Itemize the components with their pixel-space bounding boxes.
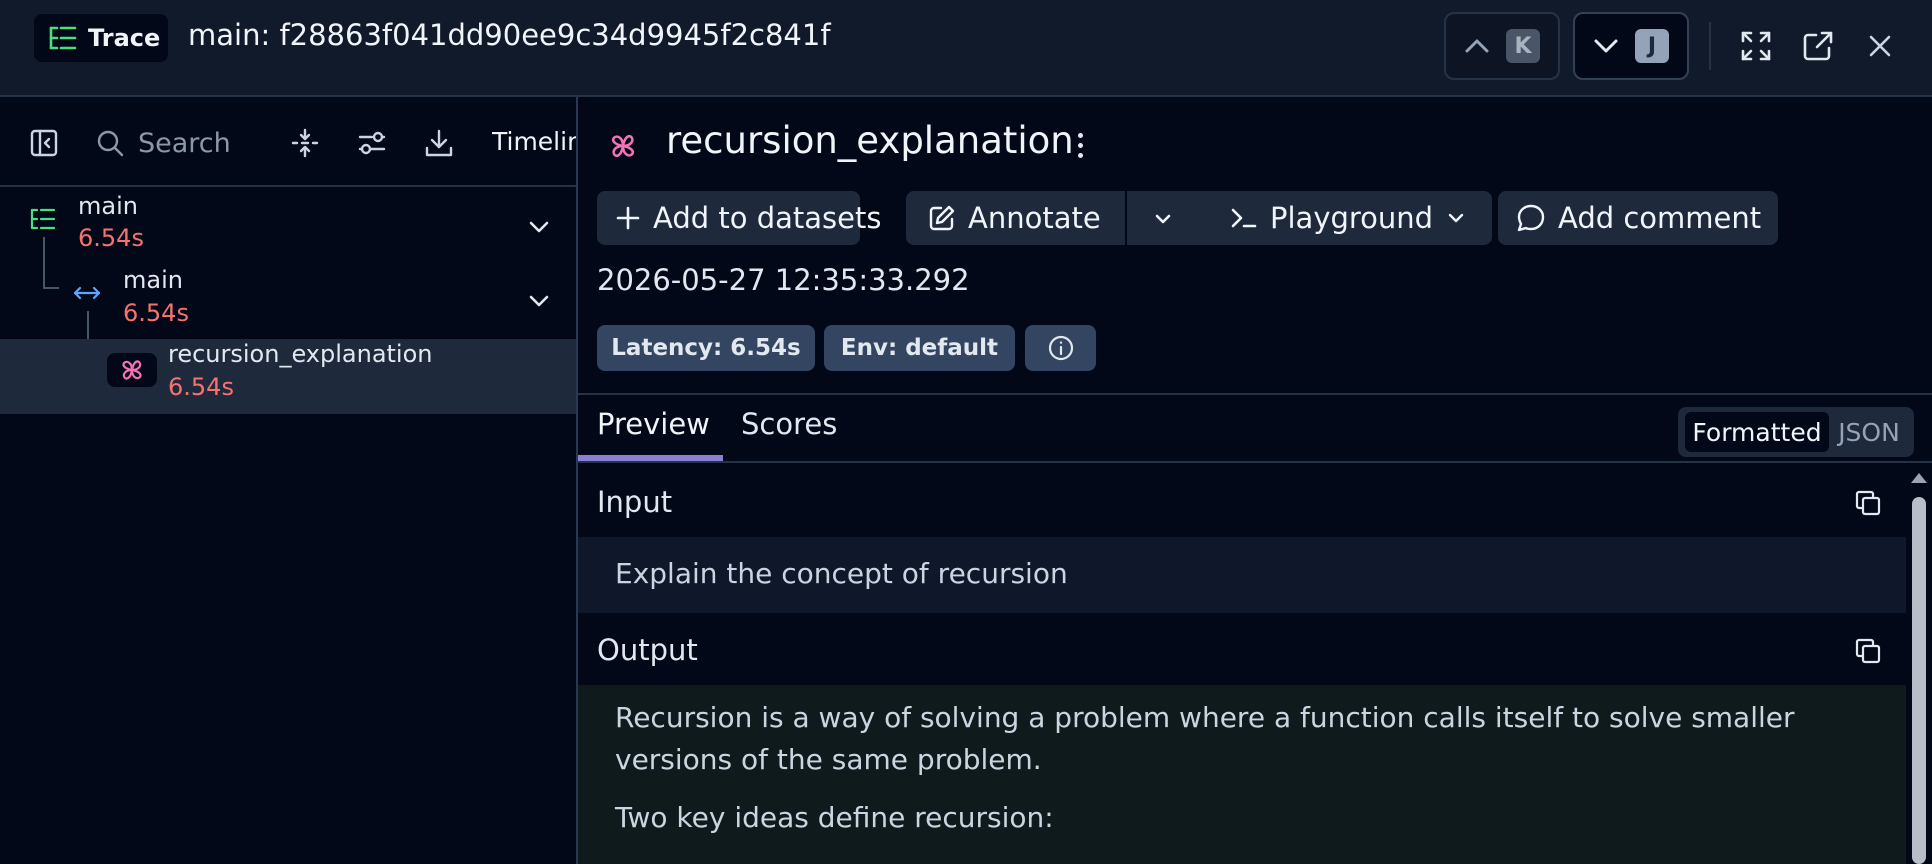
chevron-down-icon [1593,37,1619,55]
scroll-up-arrow-icon[interactable] [1911,473,1927,483]
info-icon [1047,334,1075,362]
collapse-all-icon[interactable] [289,127,321,159]
env-badge: Env: default [824,325,1015,371]
info-button[interactable] [1025,325,1096,371]
add-to-datasets-label: Add to datasets [653,201,882,235]
timeline-toggle[interactable]: Timelin [492,127,576,156]
chevron-down-icon[interactable] [525,287,553,315]
trace-title: main: f28863f041dd90ee9c34d9945f2c841f [188,18,831,52]
copy-icon[interactable] [1854,637,1882,665]
formatted-view-option[interactable]: Formatted [1685,412,1829,452]
maximize-icon[interactable] [1738,28,1774,64]
comment-icon [1516,203,1546,233]
terminal-icon [1230,206,1258,230]
span-timestamp: 2026-05-27 12:35:33.292 [597,263,970,297]
json-view-option[interactable]: JSON [1829,412,1909,452]
search-icon [96,129,124,157]
output-text-line: Recursion is a way of solving a problem … [615,701,1795,734]
plus-icon [615,205,641,231]
llm-generation-icon [608,131,638,161]
span-arrows-icon [72,281,102,305]
tree-search[interactable] [96,126,258,160]
chevron-down-icon [1445,207,1467,229]
tree-node-name: main [123,266,183,294]
shortcut-key-j: J [1635,29,1669,63]
llm-generation-icon [107,353,157,387]
shortcut-key-k: K [1506,29,1540,63]
annotate-label: Annotate [968,201,1101,235]
tree-node-name: main [78,192,138,220]
trace-tree-icon [48,25,78,51]
input-text: Explain the concept of recursion [615,557,1068,590]
tree-node-duration: 6.54s [78,224,144,252]
tree-row-trace[interactable]: main 6.54s [0,189,576,264]
output-label: Output [597,633,698,667]
close-icon[interactable] [1862,28,1898,64]
annotate-split-divider [1125,191,1127,245]
copy-icon[interactable] [1854,489,1882,517]
playground-label: Playground [1270,201,1434,235]
tree-node-duration: 6.54s [168,373,234,401]
tree-row-llm[interactable]: recursion_explanation 6.54s [0,339,576,414]
tab-scores[interactable]: Scores [741,407,837,441]
output-text-line: Two key ideas define recursion: [615,801,1054,834]
span-title: recursion_explanation [666,119,1074,162]
output-section-header: Output [578,615,1906,685]
output-text-line: versions of the same problem. [615,743,1042,776]
active-tab-indicator [578,455,723,461]
add-to-datasets-button[interactable]: Add to datasets [597,191,881,245]
trace-badge: Trace [34,14,168,62]
content-scrollbar[interactable] [1906,467,1932,864]
external-link-icon[interactable] [1800,28,1836,64]
tree-toolbar: Timelin [0,97,576,187]
add-comment-button[interactable]: Add comment [1498,191,1778,245]
trace-header: Trace main: f28863f041dd90ee9c34d9945f2c… [0,0,1932,97]
detail-tabs: Preview Scores Formatted JSON [578,393,1932,463]
tree-node-duration: 6.54s [123,299,189,327]
next-trace-button[interactable]: J [1573,12,1689,80]
tab-preview[interactable]: Preview [597,407,710,441]
input-content: Explain the concept of recursion [578,537,1906,613]
download-icon[interactable] [423,127,455,159]
edit-icon [928,204,956,232]
trace-tree-icon [30,207,56,231]
chevron-up-icon [1464,37,1490,55]
latency-badge: Latency: 6.54s [597,325,815,371]
input-section-header: Input [578,467,1906,537]
output-content: Recursion is a way of solving a problem … [578,685,1906,864]
view-mode-toggle: Formatted JSON [1678,407,1914,457]
tree-node-name: recursion_explanation [168,340,433,368]
add-comment-label: Add comment [1558,201,1762,235]
more-options-icon[interactable] [1070,127,1090,163]
header-divider [1709,22,1711,70]
search-input[interactable] [138,127,258,159]
previous-trace-button[interactable]: K [1444,12,1560,80]
tree-row-span[interactable]: main 6.54s [0,265,576,340]
input-label: Input [597,485,673,519]
trace-tree-panel: Timelin main 6.54s main 6.54s [0,97,576,864]
filter-settings-icon[interactable] [356,127,388,159]
playground-button[interactable]: Playground [1212,191,1492,245]
collapse-panel-icon[interactable] [28,127,60,159]
chevron-down-icon[interactable] [525,213,553,241]
span-detail-panel: recursion_explanation Add to datasets An… [578,97,1932,864]
scroll-thumb[interactable] [1912,497,1926,864]
annotate-dropdown-chevron-icon[interactable] [1149,205,1177,233]
trace-badge-label: Trace [88,24,161,52]
